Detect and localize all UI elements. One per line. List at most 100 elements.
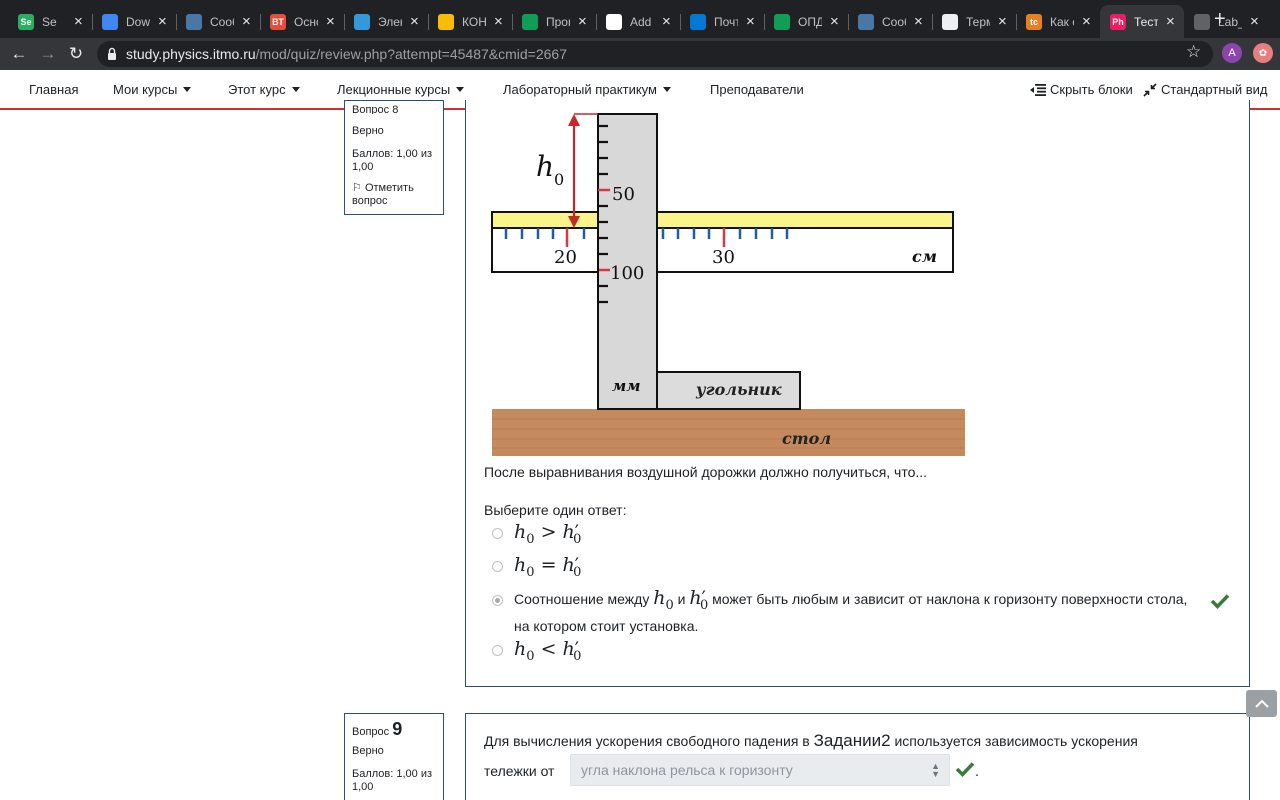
- question-9-task-ref: Задании2: [813, 731, 891, 750]
- tab-favicon-icon: [186, 13, 202, 30]
- tab-close-icon[interactable]: ×: [326, 14, 335, 29]
- indent-icon: [1030, 83, 1046, 96]
- browser-tab[interactable]: КОНС ×: [428, 5, 512, 38]
- caret-down-icon: [291, 87, 300, 92]
- question-9-text-line1: Для вычисления ускорения свободного паде…: [484, 731, 1138, 751]
- tab-close-icon[interactable]: ×: [578, 14, 587, 29]
- answer-option-c[interactable]: Соотношение между h0 и h′0 может быть лю…: [514, 588, 1204, 637]
- standard-view-button[interactable]: Стандартный вид: [1143, 82, 1267, 97]
- tab-favicon-icon: [606, 13, 622, 30]
- tab-title: Add F: [630, 14, 654, 29]
- tab-favicon-icon: Se: [18, 13, 34, 30]
- nav-home-label: Главная: [29, 82, 79, 97]
- question-8-content: стол угольник 50 100 мм 20 30 см h 0 Пос…: [465, 100, 1250, 687]
- browser-tab[interactable]: Элек ×: [344, 5, 428, 38]
- math-h: h: [514, 521, 527, 543]
- tab-title: Как с: [1050, 14, 1074, 29]
- ruler-label-100: 100: [610, 263, 644, 284]
- tab-separator: [764, 14, 765, 30]
- tab-close-icon[interactable]: ×: [746, 14, 755, 29]
- correct-check-icon: [1210, 594, 1230, 609]
- tab-title: Down: [126, 14, 150, 29]
- math-h: h: [514, 554, 527, 576]
- answer-radio-b[interactable]: [492, 561, 503, 572]
- answer-option-a[interactable]: h0 > h′0: [514, 521, 581, 547]
- nav-this-course[interactable]: Этот курс: [228, 82, 300, 97]
- tab-favicon-icon: [1194, 13, 1210, 30]
- tab-close-icon[interactable]: ×: [410, 14, 419, 29]
- nav-teachers[interactable]: Преподаватели: [710, 82, 804, 97]
- answer-radio-d[interactable]: [492, 645, 503, 656]
- nav-lab-practicum[interactable]: Лабораторный практикум: [503, 82, 671, 97]
- tab-close-icon[interactable]: ×: [494, 14, 503, 29]
- extension-icon[interactable]: ✿: [1253, 43, 1273, 63]
- question-9-number: Вопрос 9: [352, 720, 436, 739]
- url-text: study.physics.itmo.ru/mod/quiz/review.ph…: [126, 46, 567, 62]
- tab-close-icon[interactable]: ×: [662, 14, 671, 29]
- flag-question-link[interactable]: ⚐ Отметить вопрос: [352, 182, 436, 208]
- tab-close-icon[interactable]: ×: [1166, 14, 1175, 29]
- bookmark-star-icon[interactable]: ☆: [1186, 42, 1201, 62]
- tab-close-icon[interactable]: ×: [74, 14, 83, 29]
- answer-radio-a[interactable]: [492, 528, 503, 539]
- browser-tab[interactable]: Lab_×: [1184, 5, 1268, 38]
- scale-left: [491, 227, 599, 273]
- browser-tab[interactable]: Сооб ×: [848, 5, 932, 38]
- math-sub: 0: [699, 597, 709, 613]
- browser-tab[interactable]: Add F ×: [596, 5, 680, 38]
- question-8-score: Баллов: 1,00 из 1,00: [352, 148, 433, 173]
- h0-label-sub: 0: [554, 170, 564, 189]
- tab-favicon-icon: [438, 13, 454, 30]
- profile-avatar[interactable]: A: [1222, 43, 1242, 63]
- track-left: [491, 211, 599, 229]
- browser-tab[interactable]: ВТ Осно ×: [260, 5, 344, 38]
- browser-tab[interactable]: Сооб ×: [176, 5, 260, 38]
- hide-blocks-button[interactable]: Скрыть блоки: [1030, 82, 1133, 97]
- question-8-number: Вопрос 8: [352, 104, 399, 114]
- tab-title: Прог: [546, 14, 570, 29]
- tab-separator: [92, 14, 93, 30]
- answer-select[interactable]: угла наклона рельса к горизонту ▲ ▼: [570, 754, 950, 786]
- tab-separator: [848, 14, 849, 30]
- browser-tab[interactable]: Ph Тест ×: [1100, 5, 1184, 38]
- question-9-content: Для вычисления ускорения свободного паде…: [465, 713, 1250, 800]
- nav-lecture-courses[interactable]: Лекционные курсы: [337, 82, 465, 97]
- question-9-status: Верно: [352, 745, 384, 757]
- nav-home[interactable]: Главная: [29, 82, 78, 97]
- nav-this-course-label: Этот курс: [228, 82, 286, 97]
- answer-radio-c[interactable]: [492, 595, 503, 606]
- question-8-prompt: После выравнивания воздушной дорожки дол…: [484, 464, 928, 480]
- tab-close-icon[interactable]: ×: [158, 14, 167, 29]
- math-h: h: [514, 638, 527, 660]
- tab-title: Тест: [1134, 14, 1158, 29]
- browser-tab[interactable]: Терм ×: [932, 5, 1016, 38]
- answer-option-b[interactable]: h0 = h′0: [514, 554, 581, 580]
- address-bar[interactable]: study.physics.itmo.ru/mod/quiz/review.ph…: [97, 41, 1213, 67]
- choose-one-label: Выберите один ответ:: [484, 502, 627, 518]
- tab-close-icon[interactable]: ×: [242, 14, 251, 29]
- tab-favicon-icon: tc: [1026, 13, 1042, 30]
- tab-close-icon[interactable]: ×: [914, 14, 923, 29]
- back-button[interactable]: ←: [7, 42, 31, 66]
- answer-option-d[interactable]: h0 < h′0: [514, 638, 581, 664]
- forward-button[interactable]: →: [36, 42, 60, 66]
- tab-favicon-icon: [522, 13, 538, 30]
- tab-close-icon[interactable]: ×: [1082, 14, 1091, 29]
- nav-my-courses[interactable]: Мои курсы: [113, 82, 192, 97]
- tab-separator: [260, 14, 261, 30]
- browser-tab[interactable]: tc Как с ×: [1016, 5, 1100, 38]
- browser-tab[interactable]: Se Se ×: [8, 5, 92, 38]
- tab-close-icon[interactable]: ×: [1250, 14, 1259, 29]
- browser-tab[interactable]: ОПД ×: [764, 5, 848, 38]
- browser-tab[interactable]: Почт ×: [680, 5, 764, 38]
- flag-question-label: Отметить вопрос: [352, 182, 414, 207]
- new-tab-button[interactable]: +: [1214, 9, 1226, 29]
- track-right: [656, 211, 954, 229]
- reload-button[interactable]: ↻: [64, 42, 88, 66]
- tab-close-icon[interactable]: ×: [830, 14, 839, 29]
- scroll-to-top-button[interactable]: [1246, 690, 1277, 717]
- browser-tab[interactable]: Прог ×: [512, 5, 596, 38]
- tab-close-icon[interactable]: ×: [998, 14, 1007, 29]
- browser-tab[interactable]: Down ×: [92, 5, 176, 38]
- tab-favicon-icon: [354, 13, 370, 30]
